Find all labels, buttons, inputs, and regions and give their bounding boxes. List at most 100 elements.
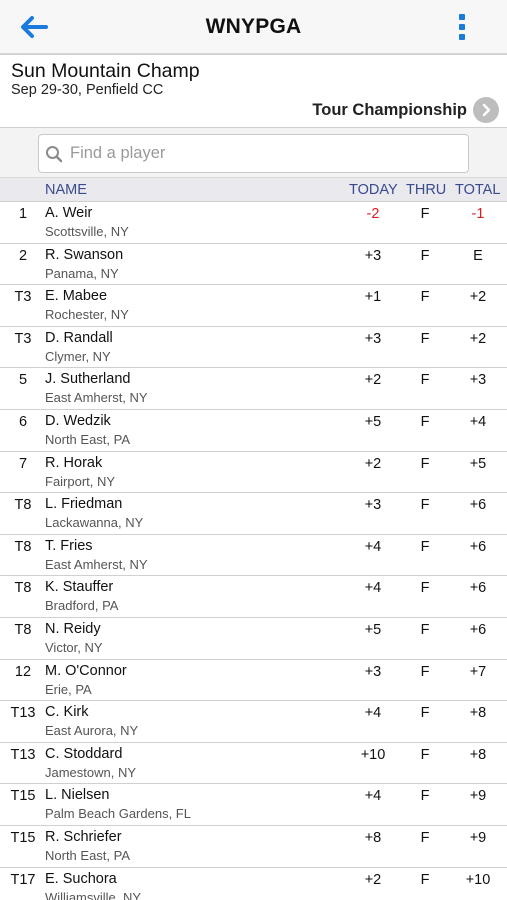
player-position: T8 [14, 621, 32, 638]
score-today: +3 [364, 247, 382, 264]
score-today: +8 [364, 829, 382, 846]
holes-thru: F [420, 705, 430, 722]
column-header-today[interactable]: TODAY [349, 182, 398, 198]
player-position: T15 [10, 829, 36, 846]
table-row[interactable]: T3 E. Mabee Rochester, NY +1 F +2 [0, 285, 507, 327]
score-today: +5 [364, 413, 382, 430]
score-total: +9 [469, 788, 487, 805]
score-today: +4 [364, 788, 382, 805]
holes-thru: F [420, 580, 430, 597]
table-row[interactable]: T8 T. Fries East Amherst, NY +4 F +6 [0, 534, 507, 577]
score-total: +5 [469, 455, 487, 472]
table-row[interactable]: T8 L. Friedman Lackawanna, NY +3 F +6 [0, 493, 507, 535]
nav-bar: WNYPGA [0, 0, 507, 54]
holes-thru: F [420, 330, 430, 347]
holes-thru: F [420, 663, 430, 680]
holes-thru: F [420, 455, 430, 472]
column-header-name[interactable]: NAME [45, 182, 87, 198]
player-location: Clymer, NY [45, 348, 111, 364]
player-location: North East, PA [45, 431, 131, 447]
player-name: R. Schriefer [45, 828, 122, 845]
table-row[interactable]: T15 R. Schriefer North East, PA +8 F +9 [0, 825, 507, 868]
player-location: Rochester, NY [45, 307, 129, 323]
round-selector[interactable]: Tour Championship [312, 97, 499, 123]
player-location: Erie, PA [45, 681, 92, 697]
player-position: 12 [14, 663, 32, 680]
holes-thru: F [420, 788, 430, 805]
score-total: +8 [469, 705, 487, 722]
score-total: E [473, 247, 483, 264]
player-location: Scottsville, NY [45, 224, 129, 239]
player-name: J. Sutherland [45, 371, 131, 388]
score-total: +6 [469, 580, 487, 597]
player-position: 7 [18, 455, 28, 472]
holes-thru: F [420, 746, 430, 763]
table-row[interactable]: T13 C. Stoddard Jamestown, NY +10 F +8 [0, 742, 507, 785]
player-position: 2 [18, 247, 28, 264]
table-row[interactable]: T13 C. Kirk East Aurora, NY +4 F +8 [0, 701, 507, 743]
table-row[interactable]: 6 D. Wedzik North East, PA +5 F +4 [0, 409, 507, 452]
holes-thru: F [420, 413, 430, 430]
holes-thru: F [420, 538, 430, 555]
holes-thru: F [420, 621, 430, 638]
player-location: Palm Beach Gardens, FL [45, 806, 191, 822]
score-total: +7 [469, 663, 487, 680]
player-position: T13 [10, 705, 36, 722]
player-position: 6 [18, 413, 28, 430]
score-total: +9 [469, 829, 487, 846]
table-row[interactable]: T17 E. Suchora Williamsville, NY +2 F +1… [0, 867, 507, 900]
back-button[interactable] [20, 12, 54, 42]
player-position: T8 [14, 538, 32, 555]
score-today: +3 [364, 497, 382, 514]
table-row[interactable]: 2 R. Swanson Panama, NY +3 F E [0, 243, 507, 286]
player-name: C. Stoddard [45, 745, 123, 762]
holes-thru: F [420, 206, 430, 222]
table-row[interactable]: 12 M. O'Connor Erie, PA +3 F +7 [0, 659, 507, 702]
score-today: +3 [364, 330, 382, 347]
player-name: E. Mabee [45, 288, 108, 305]
score-today: +2 [364, 871, 382, 888]
score-today: +1 [364, 289, 382, 306]
chevron-right-icon [473, 97, 499, 123]
round-label: Tour Championship [312, 100, 467, 119]
score-today: +4 [364, 538, 382, 555]
search-input[interactable] [70, 144, 450, 163]
holes-thru: F [420, 829, 430, 846]
event-header: Sun Mountain Champ Sep 29-30, Penfield C… [0, 54, 507, 128]
score-total: +3 [469, 372, 487, 389]
score-today: +2 [364, 455, 382, 472]
table-row[interactable]: T15 L. Nielsen Palm Beach Gardens, FL +4… [0, 784, 507, 826]
player-position: T8 [14, 580, 32, 597]
search-icon [45, 144, 65, 164]
player-location: North East, PA [45, 847, 131, 863]
leaderboard-header: NAME TODAY THRU TOTAL [0, 178, 507, 202]
column-header-thru[interactable]: THRU [406, 182, 446, 198]
search-box[interactable] [38, 134, 469, 173]
table-row[interactable]: T8 N. Reidy Victor, NY +5 F +6 [0, 617, 507, 660]
player-location: Victor, NY [45, 639, 103, 655]
table-row[interactable]: T3 D. Randall Clymer, NY +3 F +2 [0, 326, 507, 369]
player-location: Bradford, PA [45, 598, 119, 614]
event-date-venue: Sep 29-30, Penfield CC [11, 82, 164, 98]
player-name: M. O'Connor [45, 662, 127, 679]
score-total: +2 [469, 330, 487, 347]
player-name: L. Friedman [45, 496, 123, 513]
player-location: Jamestown, NY [45, 764, 137, 780]
vertical-dots-icon [459, 14, 465, 20]
player-name: N. Reidy [45, 620, 101, 637]
holes-thru: F [420, 372, 430, 389]
table-row[interactable]: 5 J. Sutherland East Amherst, NY +2 F +3 [0, 368, 507, 410]
score-total: +6 [469, 538, 487, 555]
player-location: Williamsville, NY [45, 889, 142, 900]
table-row[interactable]: 1 A. Weir Scottsville, NY -2 F -1 [0, 202, 507, 244]
menu-button[interactable] [455, 14, 469, 40]
player-location: East Amherst, NY [45, 556, 148, 572]
column-header-total[interactable]: TOTAL [455, 182, 500, 198]
page-title: WNYPGA [205, 14, 302, 38]
event-name: Sun Mountain Champ [11, 60, 200, 82]
player-location: East Aurora, NY [45, 723, 139, 739]
arrow-left-icon [21, 16, 48, 38]
table-row[interactable]: T8 K. Stauffer Bradford, PA +4 F +6 [0, 576, 507, 618]
table-row[interactable]: 7 R. Horak Fairport, NY +2 F +5 [0, 451, 507, 494]
leaderboard-list: 1 A. Weir Scottsville, NY -2 F -1 2 R. S… [0, 202, 507, 900]
